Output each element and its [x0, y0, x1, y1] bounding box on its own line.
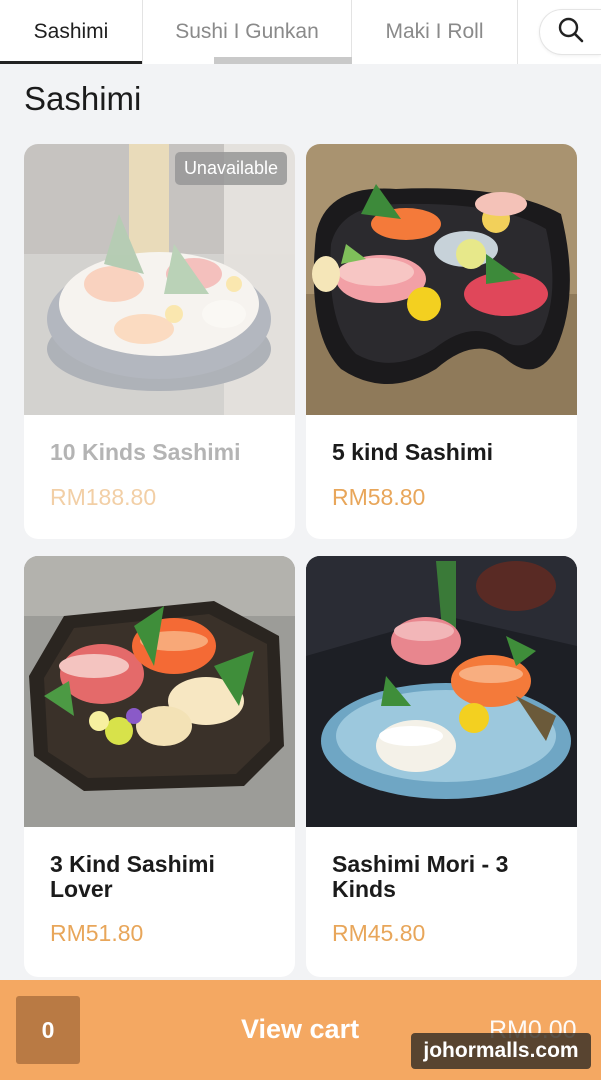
cart-count-badge: 0 — [16, 996, 80, 1064]
product-card[interactable]: 5 kind Sashimi RM58.80 — [306, 144, 577, 539]
product-price: RM188.80 — [50, 484, 157, 510]
tab-scroll-indicator — [214, 57, 352, 64]
product-card[interactable]: Sashimi Mori - 3 Kinds RM45.80 — [306, 556, 577, 977]
view-cart-button[interactable]: View cart — [241, 1014, 359, 1045]
search-icon — [557, 16, 585, 49]
product-price: RM45.80 — [332, 920, 426, 946]
category-tab-bar: Sashimi Sushi I Gunkan Maki I Roll — [0, 0, 601, 64]
tab-sashimi[interactable]: Sashimi — [0, 0, 143, 64]
product-card[interactable]: 3 Kind Sashimi Lover RM51.80 — [24, 556, 295, 977]
tab-sushi-gunkan[interactable]: Sushi I Gunkan — [143, 0, 352, 64]
tab-label: Maki I Roll — [385, 20, 484, 43]
product-image — [306, 144, 577, 415]
product-card[interactable]: Unavailable 10 Kinds Sashimi RM188.80 — [24, 144, 295, 539]
watermark: johormalls.com — [411, 1033, 591, 1069]
tab-maki-roll[interactable]: Maki I Roll — [352, 0, 518, 64]
product-name: 10 Kinds Sashimi — [50, 439, 241, 465]
product-image — [24, 556, 295, 827]
product-name: Sashimi Mori - 3 Kinds — [332, 851, 509, 902]
section-title: Sashimi — [24, 80, 142, 117]
search-button[interactable] — [539, 9, 601, 55]
product-image — [306, 556, 577, 827]
product-name: 5 kind Sashimi — [332, 439, 494, 465]
tab-label: Sashimi — [33, 20, 109, 43]
product-name: 3 Kind Sashimi Lover — [50, 851, 215, 902]
tab-label: Sushi I Gunkan — [175, 20, 319, 43]
unavailable-badge: Unavailable — [174, 152, 287, 185]
product-price: RM58.80 — [332, 484, 426, 510]
product-price: RM51.80 — [50, 920, 144, 946]
tab-bar-right — [518, 0, 601, 64]
